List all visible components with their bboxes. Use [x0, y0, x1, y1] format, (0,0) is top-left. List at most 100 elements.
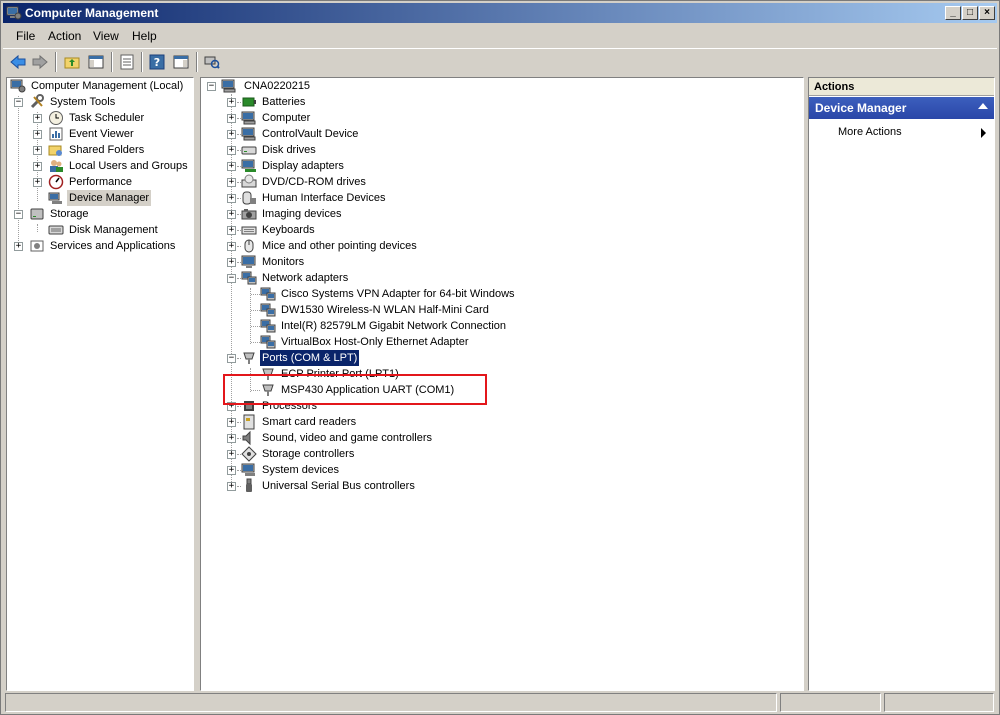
- toolbar-separator: [55, 52, 57, 72]
- expand-toggle[interactable]: +: [227, 226, 236, 235]
- expand-toggle[interactable]: +: [227, 466, 236, 475]
- export-list-button[interactable]: [116, 51, 138, 73]
- imaging-device-icon: [241, 209, 257, 220]
- tree-label: Monitors: [262, 256, 305, 268]
- expand-toggle[interactable]: +: [33, 114, 42, 123]
- menu-file[interactable]: File: [12, 29, 39, 43]
- tree-connector: [251, 326, 260, 327]
- expand-toggle[interactable]: +: [227, 434, 236, 443]
- tree-connector: [251, 342, 260, 343]
- tree-label: Batteries: [262, 96, 306, 108]
- up-one-level-button[interactable]: [61, 51, 83, 73]
- back-button[interactable]: [7, 51, 29, 73]
- tree-label: System devices: [262, 464, 340, 476]
- collapse-toggle[interactable]: −: [227, 274, 236, 283]
- tree-label: ControlVault Device: [262, 128, 359, 140]
- event-viewer-icon: [49, 127, 63, 141]
- expand-toggle[interactable]: +: [14, 242, 23, 251]
- expand-toggle[interactable]: +: [227, 210, 236, 219]
- expand-toggle[interactable]: +: [227, 162, 236, 171]
- status-panel: [884, 693, 994, 712]
- back-arrow-icon: [10, 54, 26, 70]
- dvd-drive-icon: [241, 174, 257, 188]
- minimize-button[interactable]: _: [945, 6, 961, 20]
- console-tree: Computer Management (Local) − System Too…: [7, 78, 193, 690]
- expand-toggle[interactable]: +: [227, 146, 236, 155]
- network-adapter-icon: [260, 319, 276, 333]
- storage-icon: [30, 208, 44, 220]
- tree-connector: [251, 294, 260, 295]
- expand-toggle[interactable]: +: [227, 450, 236, 459]
- expand-toggle[interactable]: +: [33, 146, 42, 155]
- title-bar[interactable]: Computer Management _ □ ×: [3, 3, 997, 23]
- help-icon: ?: [149, 54, 165, 70]
- toolbar-separator: [196, 52, 198, 72]
- help-button[interactable]: ?: [146, 51, 168, 73]
- tree-label: Keyboards: [262, 224, 315, 236]
- expand-toggle[interactable]: +: [227, 482, 236, 491]
- tree-label: Performance: [69, 176, 132, 188]
- tree-label: Ports (COM & LPT): [260, 350, 360, 366]
- network-adapter-icon: [260, 335, 276, 349]
- scan-hardware-changes-button[interactable]: [201, 51, 223, 73]
- computer-management-window: Computer Management _ □ × File Action Vi…: [0, 0, 1000, 715]
- collapse-toggle[interactable]: −: [227, 354, 236, 363]
- menu-action[interactable]: Action: [44, 29, 85, 43]
- tree-connector: [37, 112, 38, 201]
- expand-toggle[interactable]: +: [33, 178, 42, 187]
- network-adapter-icon: [260, 287, 276, 301]
- console-tree-pane[interactable]: Computer Management (Local) − System Too…: [6, 77, 194, 691]
- computer-management-icon: [6, 6, 22, 20]
- tree-label: Computer Management (Local): [31, 80, 184, 92]
- window-title: Computer Management: [25, 6, 159, 20]
- tree-label: Computer: [262, 112, 311, 124]
- tools-icon: [30, 94, 44, 109]
- forward-arrow-icon: [32, 54, 48, 70]
- collapse-toggle[interactable]: −: [207, 82, 216, 91]
- collapse-toggle[interactable]: −: [14, 210, 23, 219]
- expand-toggle[interactable]: +: [227, 194, 236, 203]
- sound-icon: [242, 430, 251, 446]
- forward-button[interactable]: [29, 51, 51, 73]
- tree-connector: [251, 310, 260, 311]
- tree-label: Network adapters: [262, 272, 349, 284]
- collapse-toggle[interactable]: −: [14, 98, 23, 107]
- expand-toggle[interactable]: +: [227, 130, 236, 139]
- highlight-annotation-box: [223, 374, 487, 405]
- tree-label: Disk drives: [262, 144, 316, 156]
- hid-icon: [242, 191, 256, 205]
- expand-toggle[interactable]: +: [227, 258, 236, 267]
- expand-toggle[interactable]: +: [33, 130, 42, 139]
- actions-header: Actions: [809, 78, 994, 96]
- status-panel: [780, 693, 881, 712]
- performance-icon: [48, 174, 64, 190]
- expand-toggle[interactable]: +: [227, 418, 236, 427]
- tree-label: Mice and other pointing devices: [262, 240, 417, 252]
- close-button[interactable]: ×: [979, 6, 995, 20]
- actions-section-device-manager[interactable]: Device Manager: [809, 97, 994, 119]
- expand-toggle[interactable]: +: [227, 98, 236, 107]
- tree-label: Universal Serial Bus controllers: [262, 480, 415, 492]
- tree-label: Shared Folders: [69, 144, 145, 156]
- show-hide-console-tree-button[interactable]: [85, 51, 107, 73]
- show-hide-action-pane-button[interactable]: [170, 51, 192, 73]
- computer-icon: [221, 79, 236, 93]
- expand-toggle[interactable]: +: [227, 114, 236, 123]
- expand-toggle[interactable]: +: [33, 162, 42, 171]
- port-icon: [243, 352, 255, 364]
- menu-view[interactable]: View: [89, 29, 123, 43]
- computer-name: CNA0220215: [244, 80, 311, 92]
- more-actions-link[interactable]: More Actions: [838, 126, 902, 138]
- expand-toggle[interactable]: +: [227, 178, 236, 187]
- keyboard-icon: [241, 226, 257, 235]
- scan-hardware-icon: [204, 56, 220, 69]
- tree-label: Smart card readers: [262, 416, 357, 428]
- tree-label: Human Interface Devices: [262, 192, 386, 204]
- maximize-button[interactable]: □: [962, 6, 978, 20]
- tree-label: System Tools: [50, 96, 116, 108]
- tree-label: Sound, video and game controllers: [262, 432, 432, 444]
- system-device-icon: [241, 463, 255, 476]
- expand-toggle[interactable]: +: [227, 242, 236, 251]
- menu-help[interactable]: Help: [128, 29, 161, 43]
- usb-icon: [246, 478, 252, 492]
